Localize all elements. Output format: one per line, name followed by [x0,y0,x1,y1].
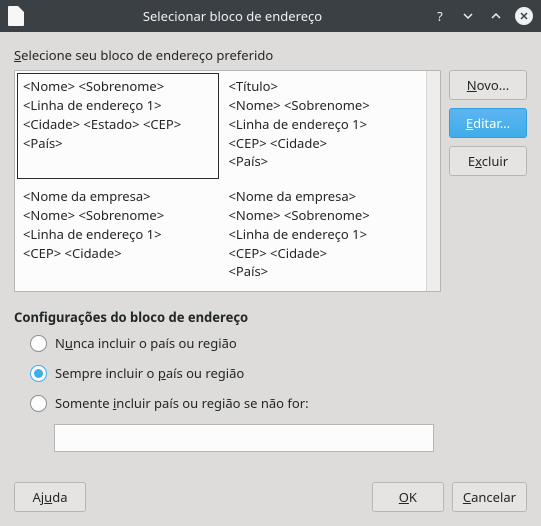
country-input[interactable] [54,424,434,452]
delete-button[interactable]: Excluir [449,146,527,176]
radio-label: Nunca incluir o país ou região [55,334,237,352]
radio-never[interactable]: Nunca incluir o país ou região [30,334,527,352]
window-title: Selecionar bloco de endereço [34,7,431,25]
select-block-label: Selecione seu bloco de endereço preferid… [14,46,527,64]
radio-label: Sempre incluir o país ou região [55,364,244,382]
address-block-list[interactable]: <Nome> <Sobrenome> <Linha de endereço 1>… [14,70,441,292]
titlebar: Selecionar bloco de endereço ? [0,0,541,32]
minimize-icon[interactable] [459,7,477,25]
dialog-footer: Ajuda OK Cancelar [14,482,527,512]
dialog-content: Selecione seu bloco de endereço preferid… [0,32,541,466]
radio-label: Somente incluir país ou região se não fo… [55,394,309,412]
cancel-button[interactable]: Cancelar [452,482,527,512]
document-icon [8,6,24,26]
block-area: <Nome> <Sobrenome> <Linha de endereço 1>… [14,70,527,292]
help-button[interactable]: Ajuda [14,482,86,512]
address-block-option[interactable]: <Nome da empresa> <Nome> <Sobrenome> <Li… [15,181,221,291]
edit-button[interactable]: Editar... [449,108,527,138]
settings-header: Configurações do bloco de endereço [14,308,527,326]
address-block-option[interactable]: <Título> <Nome> <Sobrenome> <Linha de en… [221,71,427,181]
radio-icon[interactable] [30,335,47,352]
radio-icon[interactable] [30,365,47,382]
radio-always[interactable]: Sempre incluir o país ou região [30,364,527,382]
side-buttons: Novo... Editar... Excluir [449,70,527,292]
radio-only-if[interactable]: Somente incluir país ou região se não fo… [30,394,527,412]
ok-button[interactable]: OK [372,482,444,512]
address-block-option[interactable]: <Nome da empresa> <Nome> <Sobrenome> <Li… [221,181,427,291]
new-button[interactable]: Novo... [449,70,527,100]
help-icon[interactable]: ? [431,7,449,25]
window-controls: ? [431,7,533,25]
maximize-icon[interactable] [487,7,505,25]
scrollbar[interactable] [426,71,440,291]
address-block-option[interactable]: <Nome> <Sobrenome> <Linha de endereço 1>… [15,71,221,181]
radio-icon[interactable] [30,395,47,412]
close-icon[interactable] [515,7,533,25]
block-list-wrap: <Nome> <Sobrenome> <Linha de endereço 1>… [14,70,441,292]
